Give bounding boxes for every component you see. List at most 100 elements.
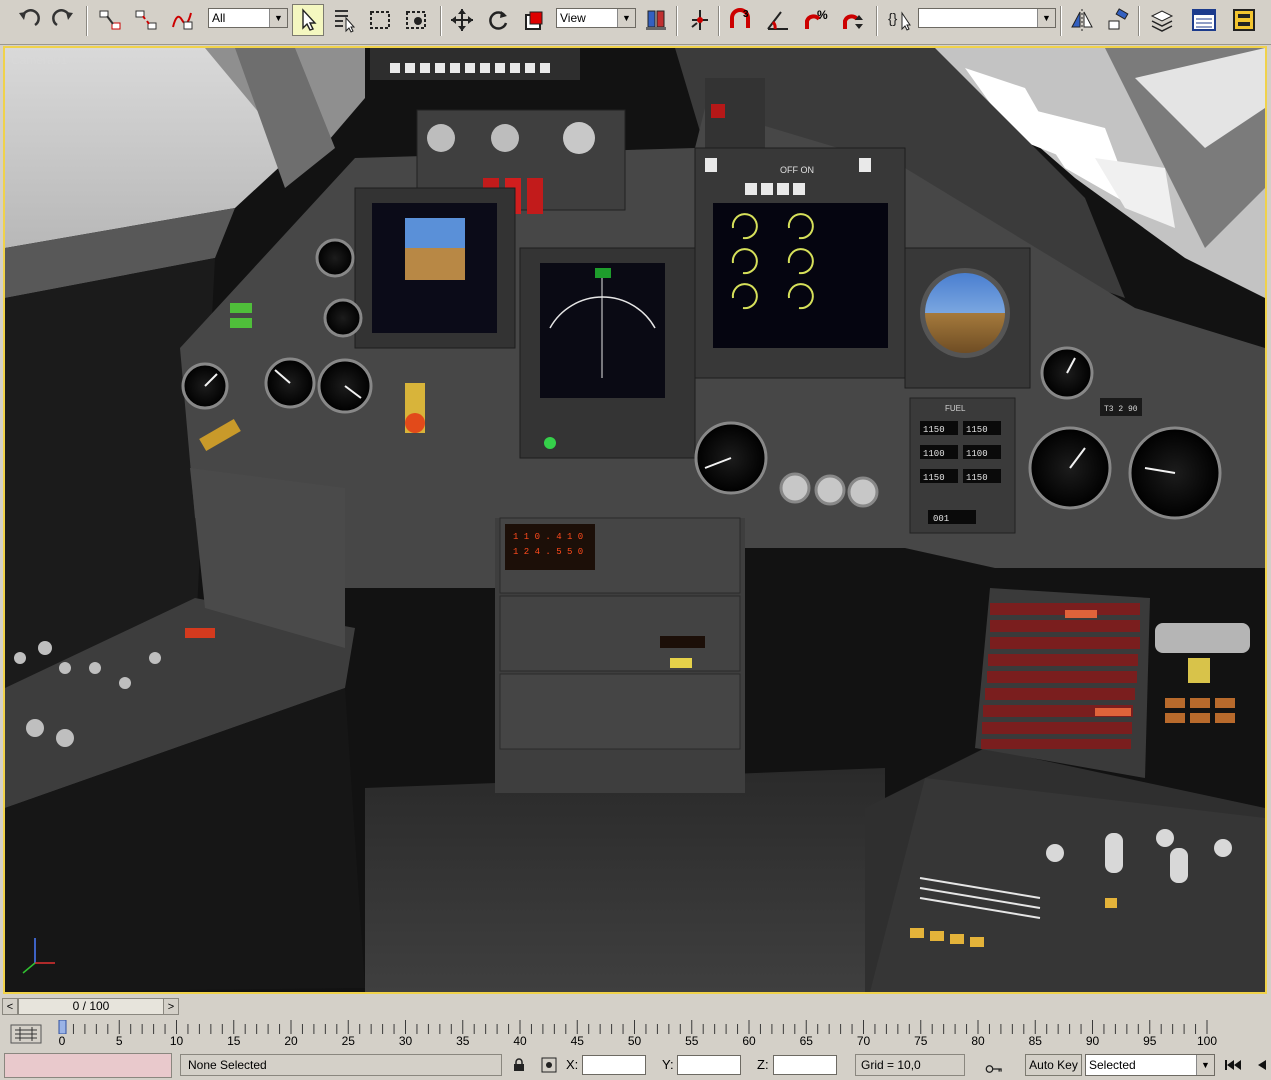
x-label: X: <box>566 1057 579 1072</box>
previous-frame-icon[interactable] <box>1252 1056 1270 1074</box>
trackbar-tick-label: 80 <box>971 1034 985 1048</box>
z-coordinate-field[interactable] <box>773 1055 837 1075</box>
reference-coordinate-value: View <box>560 11 586 25</box>
time-slider-prev-button[interactable]: < <box>2 998 18 1015</box>
chevron-right-icon: > <box>167 1000 175 1013</box>
fuel-digit-5: 1150 <box>923 473 945 483</box>
window-crossing-icon[interactable] <box>400 4 432 36</box>
lock-icon[interactable] <box>510 1056 528 1074</box>
align-icon[interactable] <box>1102 4 1134 36</box>
named-selection-set-dropdown[interactable]: ▼ <box>918 8 1056 28</box>
off-on-label: OFF ON <box>780 165 814 175</box>
chevron-left-icon: < <box>6 1000 14 1013</box>
edit-named-selection-icon[interactable]: {} <box>882 4 914 36</box>
trackbar-ruler[interactable]: 0 5 10 15 20 25 30 35 40 45 50 55 60 65 70 75 80 85 90 95 10… <box>58 1020 1258 1050</box>
time-slider-next-button[interactable]: > <box>163 998 179 1015</box>
redo-icon[interactable] <box>48 4 80 36</box>
trackbar-tick-label: 70 <box>856 1034 871 1048</box>
auto-key-button[interactable]: Auto Key <box>1025 1054 1082 1076</box>
trackbar-tick-label: 15 <box>227 1034 241 1048</box>
use-pivot-center-icon[interactable] <box>640 4 672 36</box>
main-toolbar: All ▼ View ▼ 3 % {} ▼ <box>0 0 1271 45</box>
trackbar-tick-label: 65 <box>799 1034 813 1048</box>
select-and-link-icon[interactable] <box>94 4 126 36</box>
chevron-down-icon: ▼ <box>1037 9 1055 27</box>
selection-filter-dropdown[interactable]: All ▼ <box>208 8 288 28</box>
key-filter-value: Selected <box>1089 1058 1136 1072</box>
bind-to-space-warp-icon[interactable] <box>166 4 198 36</box>
open-mini-curve-editor-icon[interactable] <box>8 1022 44 1046</box>
mode-label: T3 2 90 <box>1104 405 1138 414</box>
grid-spacing: Grid = 10,0 <box>855 1054 965 1076</box>
layer-manager-icon[interactable] <box>1146 4 1178 36</box>
undo-icon[interactable] <box>12 4 44 36</box>
trackbar-tick-label: 45 <box>570 1034 584 1048</box>
y-coordinate-field[interactable] <box>677 1055 741 1075</box>
select-and-move-icon[interactable] <box>446 4 478 36</box>
select-and-rotate-icon[interactable] <box>482 4 514 36</box>
key-filter-dropdown[interactable]: Selected ▼ <box>1085 1054 1215 1076</box>
chevron-down-icon: ▼ <box>269 9 287 27</box>
schematic-view-icon[interactable] <box>1228 4 1260 36</box>
trackbar-tick-label: 95 <box>1143 1034 1157 1048</box>
trackbar-tick-label: 100 <box>1196 1034 1218 1048</box>
fuel-digit-4: 1100 <box>966 449 988 459</box>
snap-dimension-label: 3 <box>743 9 749 20</box>
go-to-start-icon[interactable] <box>1224 1056 1242 1074</box>
z-label: Z: <box>757 1057 769 1072</box>
chevron-down-icon: ▼ <box>617 9 635 27</box>
select-by-name-icon[interactable] <box>328 4 360 36</box>
fuel-total-label: 001 <box>933 514 949 524</box>
trackbar-tick-label: 5 <box>115 1034 123 1048</box>
viewport-label[interactable]: Camera01 <box>11 53 67 67</box>
trackbar-tick-label: 75 <box>914 1034 928 1048</box>
trackbar-tick-label: 10 <box>169 1034 184 1048</box>
absolute-mode-icon[interactable] <box>540 1056 558 1074</box>
radio-display-right: 1 2 4 . 5 5 0 <box>513 547 583 557</box>
trackbar-tick-label: 90 <box>1085 1034 1100 1048</box>
fuel-digit-2: 1150 <box>966 425 988 435</box>
current-frame-marker[interactable] <box>58 1020 67 1034</box>
reference-coordinate-dropdown[interactable]: View ▼ <box>556 8 636 28</box>
camera-viewport[interactable]: 1 1 0 . 4 1 0 1 2 4 . 5 5 0 OFF ON FUEL … <box>3 46 1267 994</box>
percent-snap-icon[interactable]: % <box>800 4 832 36</box>
curve-editor-icon[interactable] <box>1188 4 1220 36</box>
select-object-icon[interactable] <box>292 4 324 36</box>
selection-filter-value: All <box>212 11 226 25</box>
trackbar-tick-label: 25 <box>341 1034 355 1048</box>
radio-display-left: 1 1 0 . 4 1 0 <box>513 532 583 542</box>
trackbar-tick-label: 40 <box>513 1034 527 1048</box>
select-and-manipulate-icon[interactable] <box>684 4 716 36</box>
maxscript-listener[interactable] <box>4 1053 172 1078</box>
select-and-scale-icon[interactable] <box>518 4 550 36</box>
time-slider-track[interactable]: 0 / 100 <box>18 998 178 1015</box>
mirror-icon[interactable] <box>1066 4 1098 36</box>
trackbar-tick-label: 55 <box>685 1034 699 1048</box>
trackbar-tick-label: 35 <box>456 1034 470 1048</box>
trackbar-tick-label: 30 <box>398 1034 413 1048</box>
trackbar-tick-label: 0 <box>58 1034 66 1048</box>
cockpit-render: 1 1 0 . 4 1 0 1 2 4 . 5 5 0 OFF ON FUEL … <box>5 48 1265 992</box>
angle-snap-icon[interactable] <box>762 4 794 36</box>
fuel-digit-3: 1100 <box>923 449 945 459</box>
unlink-selection-icon[interactable] <box>130 4 162 36</box>
chevron-down-icon: ▼ <box>1196 1055 1214 1075</box>
y-label: Y: <box>662 1057 674 1072</box>
trackbar-tick-label: 60 <box>742 1034 756 1048</box>
svg-text:{}: {} <box>888 10 898 26</box>
time-slider: < 0 / 100 > <box>0 996 1271 1018</box>
fuel-digit-1: 1150 <box>923 425 945 435</box>
fuel-label: FUEL <box>945 404 966 413</box>
status-bar: None Selected X: Y: Z: Grid = 10,0 Auto … <box>0 1052 1271 1080</box>
snaps-toggle-icon[interactable]: 3 <box>724 4 756 36</box>
prompt-line: None Selected <box>180 1054 502 1076</box>
x-coordinate-field[interactable] <box>582 1055 646 1075</box>
trackbar-tick-label: 85 <box>1028 1034 1042 1048</box>
set-key-icon[interactable] <box>985 1060 1003 1078</box>
spinner-snap-icon[interactable] <box>838 4 870 36</box>
time-slider-thumb[interactable]: 0 / 100 <box>19 999 164 1014</box>
rectangular-selection-region-icon[interactable] <box>364 4 396 36</box>
trackbar-tick-label: 50 <box>627 1034 642 1048</box>
trackbar: 0 5 10 15 20 25 30 35 40 45 50 55 60 65 70 75 80 85 90 95 10… <box>0 1018 1271 1052</box>
trackbar-tick-label: 20 <box>284 1034 298 1048</box>
